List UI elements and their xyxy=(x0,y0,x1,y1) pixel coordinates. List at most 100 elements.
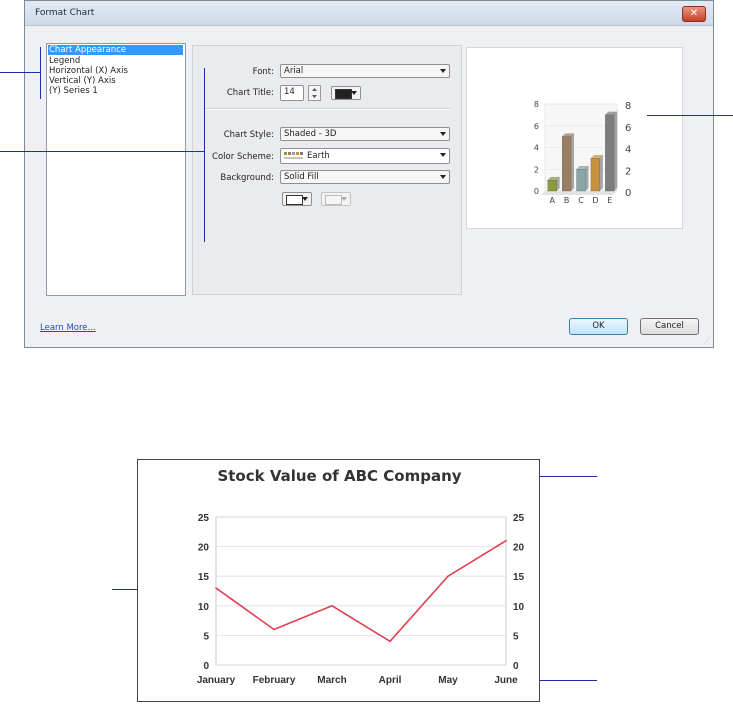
color-swatch-icon xyxy=(325,195,342,205)
callout-line-settings xyxy=(0,151,204,152)
x-tick-label: C xyxy=(578,196,584,205)
x-tick-label: May xyxy=(438,675,458,686)
y-tick-right: 10 xyxy=(513,602,525,613)
bar-side xyxy=(599,155,603,191)
nav-item-legend[interactable]: Legend xyxy=(48,56,80,66)
color-scheme-label: Color Scheme: xyxy=(212,152,274,162)
y-tick-right: 6 xyxy=(625,123,631,134)
title-color-button[interactable] xyxy=(331,86,361,100)
nav-item-chart-appearance[interactable]: Chart Appearance xyxy=(48,45,183,55)
background-color-button[interactable] xyxy=(282,192,312,206)
y-tick-right: 2 xyxy=(625,166,631,177)
y-tick-right: 5 xyxy=(513,631,519,642)
x-tick-label: April xyxy=(379,675,402,686)
x-tick-label: June xyxy=(494,675,518,686)
chart-preview: 0 0 2 2 4 4 6 6 8 8 ABCDE xyxy=(466,47,683,229)
preview-bar-chart: 0 0 2 2 4 4 6 6 8 8 A B C D E xyxy=(534,100,631,205)
chevron-down-icon xyxy=(440,132,446,136)
y-tick-right: 8 xyxy=(625,101,631,112)
title-bar: Format Chart ✕ xyxy=(25,1,713,26)
ok-button[interactable]: OK xyxy=(569,318,628,335)
category-list[interactable]: Chart Appearance Legend Horizontal (X) A… xyxy=(46,43,186,296)
y-tick-left: 10 xyxy=(198,602,210,613)
background-label: Background: xyxy=(220,173,274,183)
y-tick-left: 0 xyxy=(203,661,209,672)
y-tick-left: 2 xyxy=(534,165,539,174)
size-spinner[interactable] xyxy=(308,85,321,101)
chevron-down-icon xyxy=(302,197,308,201)
close-icon: ✕ xyxy=(689,8,699,19)
bar xyxy=(590,158,601,192)
background-value: Solid Fill xyxy=(284,172,319,182)
x-tick-label: A xyxy=(549,196,555,205)
color-scheme-value: Earth xyxy=(307,151,330,161)
nav-item-series-1[interactable]: (Y) Series 1 xyxy=(48,86,98,96)
color-scheme-select[interactable]: Earth xyxy=(280,148,450,164)
stock-chart: Stock Value of ABC Company 0 0 5 5 10 10 15 15 2… xyxy=(137,459,540,702)
data-point xyxy=(447,575,449,577)
callout-bracket-settings xyxy=(204,68,205,242)
color-swatch-icon xyxy=(286,195,303,205)
chart-title-label: Chart Title: xyxy=(226,88,274,98)
chart-style-select[interactable]: Shaded - 3D xyxy=(280,127,450,141)
spinner-arrows-icon xyxy=(312,88,317,98)
chevron-down-icon xyxy=(440,153,446,157)
format-chart-dialog: Format Chart ✕ Chart Appearance Legend H… xyxy=(24,0,714,348)
bar xyxy=(547,179,557,192)
chart-style-value: Shaded - 3D xyxy=(284,129,337,139)
y-tick-left: 5 xyxy=(203,631,209,642)
chart-title-size-value: 14 xyxy=(284,87,295,97)
chart-title-size-input[interactable]: 14 xyxy=(280,85,304,101)
y-tick-left: 0 xyxy=(534,187,539,196)
bar-side xyxy=(585,166,589,191)
cancel-button[interactable]: Cancel xyxy=(640,318,699,335)
bar-side xyxy=(614,111,618,191)
y-tick-left: 4 xyxy=(534,144,539,153)
background-select[interactable]: Solid Fill xyxy=(280,170,450,184)
chart-style-label: Chart Style: xyxy=(223,130,274,140)
y-tick-right: 4 xyxy=(625,145,631,156)
bar xyxy=(576,169,586,192)
y-tick-left: 8 xyxy=(534,100,539,109)
bar xyxy=(561,136,572,192)
chevron-down-icon xyxy=(351,91,357,95)
bar xyxy=(605,114,615,192)
data-point xyxy=(389,640,391,643)
callout-bracket-nav xyxy=(40,47,41,99)
x-tick-label: D xyxy=(592,196,598,205)
callout-line-nav xyxy=(0,72,40,73)
chevron-down-icon xyxy=(440,69,446,73)
dialog-title: Format Chart xyxy=(35,8,95,18)
data-point xyxy=(273,628,275,631)
resize-grip-icon[interactable]: ⋰ xyxy=(703,337,710,345)
plot-area xyxy=(215,516,507,666)
font-label: Font: xyxy=(252,67,274,77)
y-tick-left: 20 xyxy=(198,543,210,554)
font-select[interactable]: Arial xyxy=(280,64,450,78)
font-select-value: Arial xyxy=(284,66,304,76)
y-tick-right: 25 xyxy=(513,513,525,524)
y-tick-left: 6 xyxy=(534,122,539,131)
chevron-down-icon xyxy=(440,175,446,179)
x-tick-label: January xyxy=(197,675,236,686)
y-tick-right: 15 xyxy=(513,572,525,583)
x-tick-label: B xyxy=(564,196,570,205)
close-button[interactable]: ✕ xyxy=(682,6,706,22)
chevron-down-icon xyxy=(341,197,347,201)
y-tick-right: 0 xyxy=(513,661,519,672)
color-swatch-icon xyxy=(335,89,352,99)
settings-panel: Font: Arial Chart Title: 14 Chart Style:… xyxy=(192,45,462,295)
y-tick-left: 15 xyxy=(198,572,210,583)
data-point xyxy=(331,605,333,607)
gradient-color-button[interactable] xyxy=(321,192,351,206)
learn-more-link[interactable]: Learn More... xyxy=(40,323,96,333)
nav-item-horizontal-axis[interactable]: Horizontal (X) Axis xyxy=(48,66,128,76)
x-tick-label: March xyxy=(317,675,346,686)
nav-item-vertical-axis[interactable]: Vertical (Y) Axis xyxy=(48,76,116,86)
y-tick-left: 25 xyxy=(198,513,210,524)
x-tick-label: February xyxy=(253,675,296,686)
line-chart: 0 0 5 5 10 10 15 15 20 20 25 25 January February March… xyxy=(197,513,525,686)
x-tick-label: E xyxy=(607,196,612,205)
data-point xyxy=(215,587,217,589)
color-scheme-palette-icon xyxy=(284,152,303,159)
